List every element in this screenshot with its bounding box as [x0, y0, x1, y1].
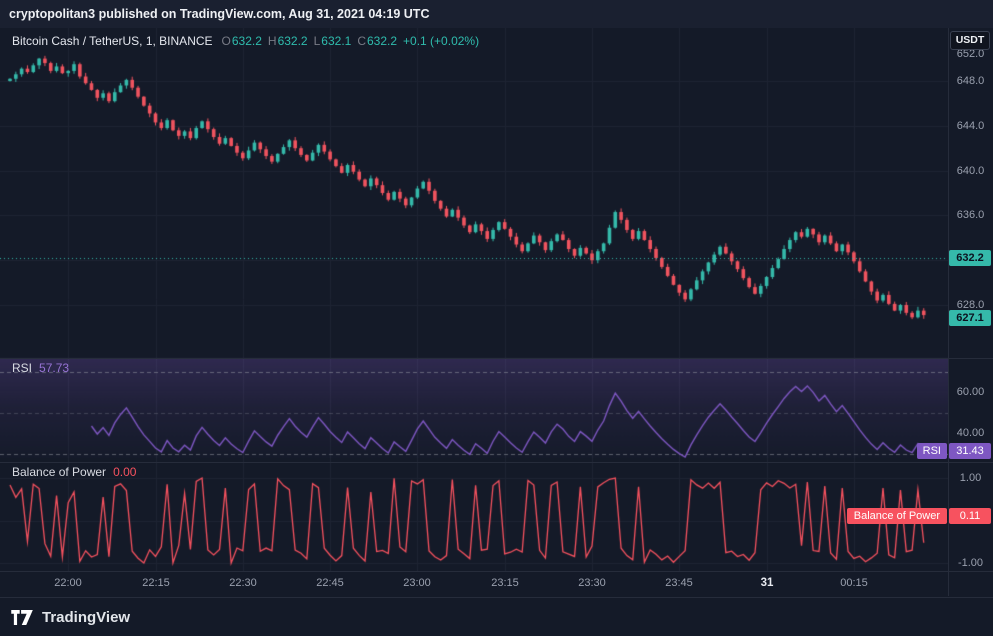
time-label: 23:45	[665, 577, 693, 589]
ohlc-close-value: 632.2	[367, 34, 398, 48]
price-line-badge: 632.2	[949, 250, 991, 266]
ohlc-high-label: H	[267, 34, 277, 48]
scale-label: -1.00	[957, 557, 984, 569]
time-label: 22:00	[54, 577, 82, 589]
time-label: 22:45	[316, 577, 344, 589]
time-axis[interactable]: 22:00 22:15 22:30 22:45 23:00 23:15 23:30 23:45…	[0, 0, 948, 636]
scale-label: 644.0	[956, 120, 985, 132]
ohlc-low-label: L	[313, 34, 321, 48]
bop-title[interactable]: Balance of Power	[12, 465, 106, 479]
rsi-value-badge: 31.43	[949, 443, 991, 459]
time-label: 23:00	[403, 577, 431, 589]
time-label: 23:15	[491, 577, 519, 589]
currency-button[interactable]: USDT	[950, 31, 990, 50]
bop-value-badge: 0.11	[949, 508, 991, 524]
ohlc-low-value: 632.1	[321, 34, 352, 48]
symbol-legend: Bitcoin Cash / TetherUS, 1, BINANCE O632.…	[12, 34, 485, 48]
rsi-legend-value: 57.73	[39, 361, 70, 375]
last-price-badge: 627.1	[949, 310, 991, 326]
tradingview-snapshot: cryptopolitan3 published on TradingView.…	[0, 0, 993, 636]
time-label: 22:15	[142, 577, 170, 589]
rsi-title[interactable]: RSI	[12, 361, 32, 375]
bop-legend-value: 0.00	[113, 465, 137, 479]
ohlc-open-value: 632.2	[231, 34, 262, 48]
ohlc-close-label: C	[357, 34, 366, 48]
time-label: 00:15	[840, 577, 868, 589]
time-label: 31	[760, 577, 774, 589]
bop-legend: Balance of Power 0.00	[12, 465, 136, 479]
rsi-legend: RSI 57.73	[12, 361, 69, 375]
scale-label: 636.0	[956, 209, 985, 221]
ohlc-high-value: 632.2	[277, 34, 308, 48]
symbol-title[interactable]: Bitcoin Cash / TetherUS, 1, BINANCE	[12, 34, 213, 48]
scale-label: 1.00	[959, 472, 982, 484]
scale-label: 40.00	[956, 427, 985, 439]
scale-label: 640.0	[956, 165, 985, 177]
bop-name-badge: Balance of Power	[846, 508, 947, 524]
ohlc-change: +0.1 (+0.02%)	[403, 34, 480, 48]
ohlc-open-label: O	[221, 34, 231, 48]
scale-label: 648.0	[956, 75, 985, 87]
time-label: 23:30	[578, 577, 606, 589]
scale-label: 60.00	[956, 386, 985, 398]
rsi-name-badge: RSI	[916, 443, 947, 459]
time-label: 22:30	[229, 577, 257, 589]
